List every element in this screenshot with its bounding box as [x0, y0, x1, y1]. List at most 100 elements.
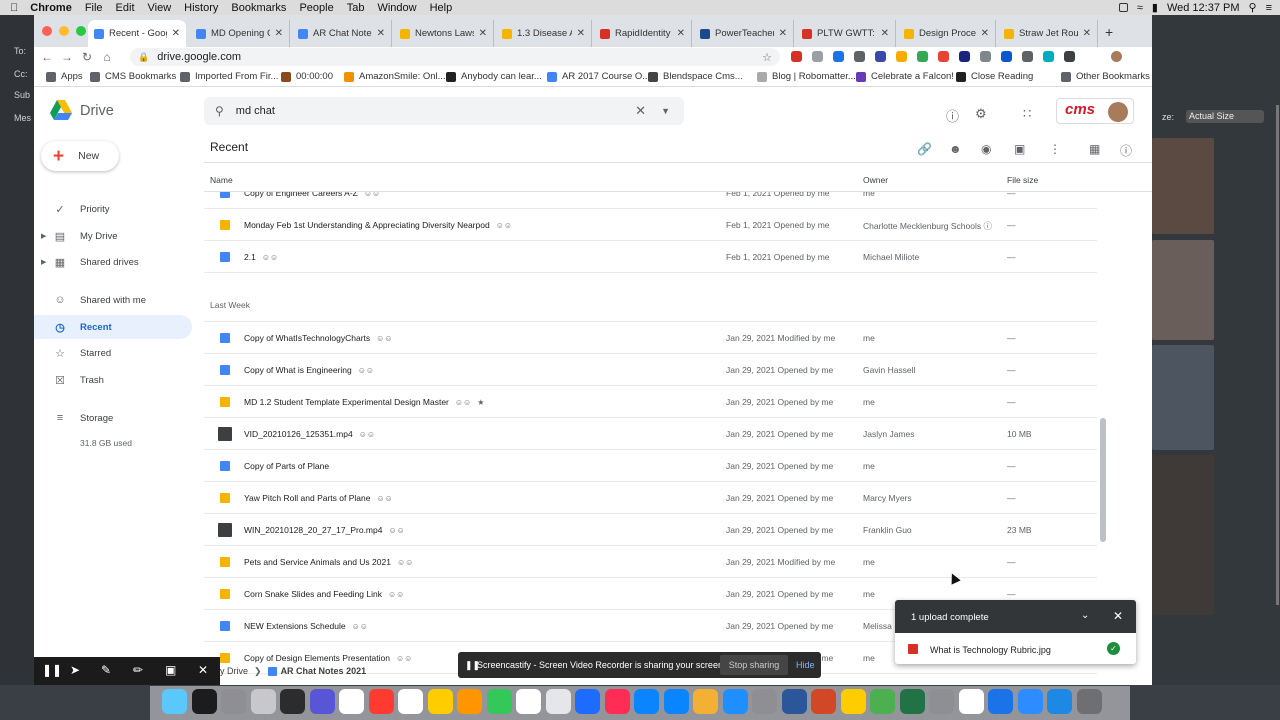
extension-icon[interactable] — [1043, 51, 1054, 62]
dock-app-icon[interactable] — [162, 689, 187, 714]
home-icon[interactable]: ⌂ — [97, 50, 117, 64]
file-row[interactable]: Yaw Pitch Roll and Parts of Plane ☺☺ Jan 2… — [204, 482, 1097, 514]
menu-view[interactable]: View — [148, 2, 172, 14]
settings-gear-icon[interactable]: ⚙ — [975, 106, 987, 122]
address-bar[interactable]: 🔒 drive.google.com ☆ — [130, 48, 780, 66]
dock-app-icon[interactable] — [781, 689, 807, 714]
dock-app-icon[interactable] — [339, 689, 364, 714]
dock-app-icon[interactable] — [457, 689, 482, 714]
search-box[interactable]: ⚲ ✕ ▼ — [204, 97, 684, 125]
grid-view-icon[interactable]: ▦ — [1089, 142, 1100, 156]
wifi-icon[interactable]: ≈ — [1137, 2, 1143, 14]
breadcrumb-current[interactable]: AR Chat Notes 2021 — [281, 666, 367, 676]
bookmark-item[interactable]: 00:00:00 — [281, 71, 333, 82]
menu-window[interactable]: Window — [377, 2, 416, 14]
zoom-window-button[interactable] — [76, 26, 86, 36]
file-row[interactable]: Copy of Parts of Plane Jan 29, 2021 Opene… — [204, 450, 1097, 482]
dock-app-icon[interactable] — [516, 689, 541, 714]
dock-app-icon[interactable] — [958, 689, 984, 714]
upload-item[interactable]: What is Technology Rubric.jpg ✓ — [895, 633, 1136, 664]
get-link-icon[interactable]: 🔗 — [917, 142, 932, 156]
apps-grid-icon[interactable]: ∷ — [1023, 106, 1031, 122]
file-row[interactable]: Copy of WhatIsTechnologyCharts ☺☺ Jan 29, … — [204, 322, 1097, 354]
forward-icon[interactable]: → — [57, 50, 77, 64]
drive-title[interactable]: Drive — [80, 103, 114, 119]
expand-arrow-icon[interactable]: ▶ — [41, 258, 46, 266]
col-file-size[interactable]: File size — [1007, 175, 1038, 185]
dock-app-icon[interactable] — [250, 689, 276, 714]
close-tab-icon[interactable]: ✕ — [981, 28, 989, 39]
tab[interactable]: MD Opening Cl ✕ — [190, 20, 290, 47]
dock-app-icon[interactable] — [634, 689, 659, 714]
close-tab-icon[interactable]: ✕ — [172, 28, 180, 39]
dock-app-icon[interactable] — [1047, 689, 1072, 714]
dock-app-icon[interactable] — [722, 689, 748, 714]
scrollbar-thumb[interactable] — [1100, 418, 1106, 542]
dock-app-icon[interactable] — [368, 689, 394, 714]
file-row[interactable]: Copy of Engineer Careers A-Z ☺☺ Feb 1, 202… — [204, 192, 1097, 209]
sidebar-item-priority[interactable]: ✓ Priority — [34, 197, 192, 221]
back-icon[interactable]: ← — [37, 50, 57, 64]
dock-app-icon[interactable] — [899, 689, 925, 714]
profile-avatar[interactable] — [1111, 51, 1122, 62]
dock-app-icon[interactable] — [663, 689, 689, 714]
trash-icon[interactable]: ▣ — [1014, 142, 1025, 156]
close-tab-icon[interactable]: ✕ — [275, 28, 283, 39]
search-icon[interactable]: ⚲ — [215, 104, 224, 118]
extension-icon[interactable] — [833, 51, 844, 62]
sidebar-item-storage[interactable]: ≡ Storage — [34, 406, 192, 430]
drive-logo-icon[interactable] — [50, 100, 72, 120]
new-button[interactable]: + New — [41, 141, 119, 171]
tab[interactable]: RapidIdentity ✕ — [594, 20, 692, 47]
pointer-icon[interactable]: ➤ — [70, 663, 80, 677]
file-row[interactable]: 2.1 ☺☺ Feb 1, 2021 Opened by me Michael Mil… — [204, 241, 1097, 273]
hide-button[interactable]: Hide — [796, 660, 815, 670]
menu-file[interactable]: File — [85, 2, 103, 14]
extension-icon[interactable] — [812, 51, 823, 62]
tab[interactable]: Design Process ✕ — [898, 20, 996, 47]
scrollbar[interactable] — [1276, 105, 1279, 605]
close-tab-icon[interactable]: ✕ — [779, 28, 787, 39]
col-name[interactable]: Name — [210, 175, 233, 185]
dock-app-icon[interactable] — [693, 689, 718, 714]
extension-icon[interactable] — [791, 51, 802, 62]
file-row[interactable]: VID_20210126_125351.mp4 ☺☺ Jan 29, 2021 Op… — [204, 418, 1097, 450]
file-row[interactable]: WIN_20210128_20_27_17_Pro.mp4 ☺☺ Jan 29, 2… — [204, 514, 1097, 546]
file-row[interactable]: Copy of What is Engineering ☺☺ Jan 29, 202… — [204, 354, 1097, 386]
apple-icon[interactable]:  — [10, 2, 18, 14]
bookmark-item[interactable]: Celebrate a Falcon! — [856, 71, 954, 82]
close-toolbar-icon[interactable]: ✕ — [198, 663, 208, 677]
camera-icon[interactable]: ▣ — [165, 663, 176, 677]
dock-app-icon[interactable] — [604, 689, 630, 714]
dock-app-icon[interactable] — [752, 689, 777, 714]
collapse-icon[interactable]: ⌄ — [1081, 610, 1089, 621]
control-center-icon[interactable]: ≡ — [1266, 2, 1272, 14]
sidebar-item-recent[interactable]: ◷ Recent — [34, 315, 192, 339]
sidebar-item-shared-with-me[interactable]: ☺ Shared with me — [34, 288, 192, 312]
stop-sharing-button[interactable]: Stop sharing — [720, 655, 788, 675]
reload-icon[interactable]: ↻ — [77, 50, 97, 64]
close-tab-icon[interactable]: ✕ — [577, 28, 585, 39]
more-actions-icon[interactable]: ⋮ — [1049, 142, 1061, 156]
dock-app-icon[interactable] — [1017, 689, 1043, 714]
tab[interactable]: PowerTeacher ✕ — [694, 20, 794, 47]
account-brand[interactable]: cms — [1056, 98, 1134, 124]
menu-bookmarks[interactable]: Bookmarks — [231, 2, 286, 14]
bookmark-item[interactable]: AR 2017 Course O... — [547, 71, 650, 82]
battery-icon[interactable]: ▮ — [1152, 1, 1158, 14]
new-tab-button[interactable]: + — [1105, 24, 1113, 40]
dock-app-icon[interactable] — [309, 689, 335, 714]
minimize-window-button[interactable] — [59, 26, 69, 36]
details-info-icon[interactable]: ⓘ — [1120, 142, 1132, 159]
pause-icon[interactable]: ❚❚ — [42, 663, 62, 677]
menu-app-name[interactable]: Chrome — [30, 2, 72, 14]
dock-app-icon[interactable] — [427, 689, 453, 714]
file-row[interactable]: Pets and Service Animals and Us 2021 ☺☺ Ja… — [204, 546, 1097, 578]
sidebar-item-trash[interactable]: ☒ Trash — [34, 368, 192, 392]
dock-app-icon[interactable] — [929, 689, 954, 714]
dock-app-icon[interactable] — [545, 689, 571, 714]
help-icon[interactable]: ⓘ — [946, 106, 959, 125]
dock-app-icon[interactable] — [988, 689, 1013, 714]
close-tab-icon[interactable]: ✕ — [677, 28, 685, 39]
menu-help[interactable]: Help — [430, 2, 453, 14]
